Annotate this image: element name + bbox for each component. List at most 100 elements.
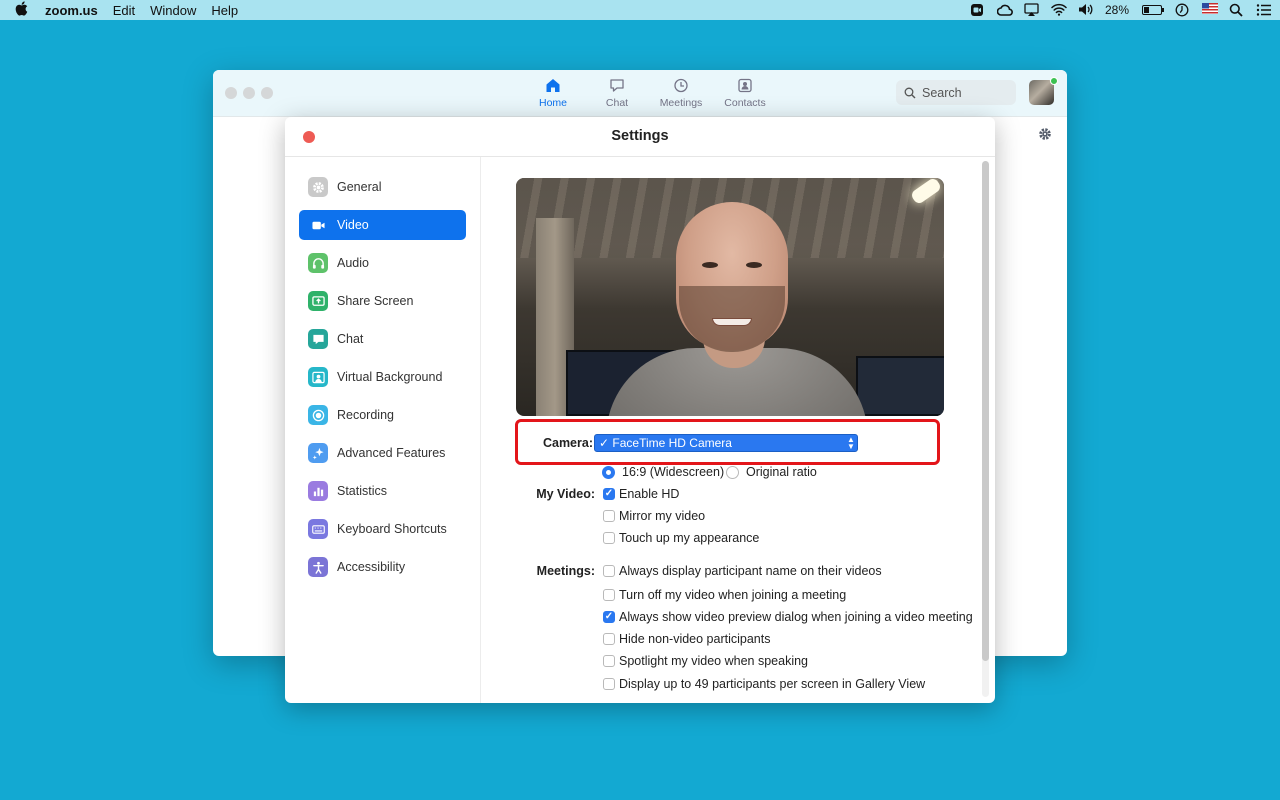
sidebar-item-label: Recording — [337, 408, 394, 422]
sidebar-item-keyboard-shortcuts[interactable]: Keyboard Shortcuts — [299, 514, 466, 544]
menu-app-name[interactable]: zoom.us — [45, 3, 98, 18]
sidebar-item-label: General — [337, 180, 382, 194]
accessibility-icon — [308, 557, 328, 577]
sidebar-item-recording[interactable]: Recording — [299, 400, 466, 430]
sidebar-item-label: Chat — [337, 332, 364, 346]
chat-icon — [308, 329, 328, 349]
tab-home-label: Home — [538, 97, 567, 109]
bar-chart-icon — [308, 481, 328, 501]
clock-icon — [674, 78, 688, 93]
timer-icon[interactable] — [1175, 3, 1189, 17]
sidebar-item-label: Share Screen — [337, 294, 414, 308]
settings-dialog: Settings General Video Audio Share Scree… — [285, 117, 995, 703]
battery-icon[interactable] — [1142, 5, 1164, 15]
option-turn-off-video[interactable]: Turn off my video when joining a meeting — [603, 588, 846, 602]
aspect-widescreen-label: 16:9 (Widescreen) — [622, 465, 725, 479]
sidebar-item-statistics[interactable]: Statistics — [299, 476, 466, 506]
main-tabs: Home Chat Meetings Contacts — [521, 78, 777, 109]
camera-select[interactable]: ✓ FaceTime HD Camera ▲ ▼ — [594, 434, 858, 452]
wifi-icon[interactable] — [1051, 3, 1067, 17]
us-flag-icon[interactable] — [1202, 3, 1218, 17]
checkbox-touch-up[interactable] — [603, 532, 615, 544]
battery-percent: 28% — [1104, 3, 1129, 17]
tab-home[interactable]: Home — [521, 78, 585, 109]
person-background-icon — [308, 367, 328, 387]
checkbox-display-names[interactable] — [603, 565, 615, 577]
aspect-widescreen-option[interactable]: 16:9 (Widescreen) — [602, 465, 724, 479]
option-label: Always display participant name on their… — [619, 564, 882, 578]
option-gallery-49[interactable]: Display up to 49 participants per screen… — [603, 677, 925, 691]
video-settings-panel: Camera: ✓ FaceTime HD Camera ▲ ▼ 16:9 (Wi… — [481, 157, 995, 703]
aspect-original-option[interactable]: Original ratio — [726, 465, 817, 479]
select-arrows-icon: ▲ ▼ — [847, 435, 855, 451]
zoom-status-icon[interactable] — [970, 3, 984, 17]
sidebar-item-label: Advanced Features — [337, 446, 446, 460]
checkbox-spotlight[interactable] — [603, 655, 615, 667]
sidebar-item-label: Statistics — [337, 484, 388, 498]
gear-icon[interactable] — [1038, 127, 1052, 141]
search-placeholder: Search — [922, 85, 962, 100]
sidebar-item-audio[interactable]: Audio — [299, 248, 466, 278]
radio-widescreen[interactable] — [602, 465, 615, 479]
checkbox-hide-non-video[interactable] — [603, 633, 615, 645]
home-icon — [546, 79, 560, 92]
sidebar-item-virtual-background[interactable]: Virtual Background — [299, 362, 466, 392]
sidebar-item-label: Keyboard Shortcuts — [337, 522, 447, 536]
radio-original-ratio[interactable] — [726, 465, 739, 479]
sidebar-item-label: Accessibility — [337, 560, 406, 574]
menu-help[interactable]: Help — [211, 3, 238, 18]
option-label: Hide non-video participants — [619, 632, 771, 646]
scrollbar-thumb[interactable] — [982, 161, 989, 661]
menu-edit[interactable]: Edit — [113, 3, 135, 18]
option-video-preview-dialog[interactable]: Always show video preview dialog when jo… — [603, 610, 973, 624]
settings-title: Settings — [611, 128, 669, 144]
sidebar-item-video[interactable]: Video — [299, 210, 466, 240]
creative-cloud-icon[interactable] — [996, 3, 1013, 17]
option-display-names[interactable]: Always display participant name on their… — [603, 564, 882, 578]
option-label: Display up to 49 participants per screen… — [619, 677, 926, 691]
option-label: Enable HD — [619, 487, 680, 501]
notification-center-icon[interactable] — [1256, 3, 1271, 17]
option-mirror-video[interactable]: Mirror my video — [603, 509, 705, 523]
menu-bar: zoom.us Edit Window Help 28% — [0, 0, 1280, 20]
option-enable-hd[interactable]: Enable HD — [603, 487, 679, 501]
gear-icon — [308, 177, 328, 197]
sidebar-item-general[interactable]: General — [299, 172, 466, 202]
tab-contacts[interactable]: Contacts — [713, 78, 777, 109]
sidebar-item-advanced-features[interactable]: Advanced Features — [299, 438, 466, 468]
sidebar-item-chat[interactable]: Chat — [299, 324, 466, 354]
tab-chat-label: Chat — [605, 97, 629, 109]
menu-window[interactable]: Window — [150, 3, 196, 18]
option-touch-up[interactable]: Touch up my appearance — [603, 531, 759, 545]
airplay-icon[interactable] — [1024, 3, 1039, 17]
tab-chat[interactable]: Chat — [585, 78, 649, 109]
preview-person-mouth — [712, 318, 752, 326]
tab-meetings[interactable]: Meetings — [649, 78, 713, 109]
apple-icon[interactable] — [15, 1, 33, 19]
share-screen-icon — [308, 291, 328, 311]
keyboard-icon — [308, 519, 328, 539]
video-camera-icon — [308, 215, 328, 235]
search-input[interactable]: Search — [896, 80, 1016, 105]
window-close-button[interactable] — [225, 87, 237, 99]
my-video-label: My Video: — [536, 487, 595, 501]
option-label: Always show video preview dialog when jo… — [619, 610, 973, 624]
sidebar-item-share-screen[interactable]: Share Screen — [299, 286, 466, 316]
option-label: Spotlight my video when speaking — [619, 654, 809, 668]
option-spotlight[interactable]: Spotlight my video when speaking — [603, 654, 808, 668]
volume-icon[interactable] — [1078, 3, 1093, 17]
option-label: Touch up my appearance — [619, 531, 760, 545]
window-minimize-button[interactable] — [243, 87, 255, 99]
option-hide-non-video[interactable]: Hide non-video participants — [603, 632, 770, 646]
headphones-icon — [308, 253, 328, 273]
spotlight-search-icon[interactable] — [1229, 3, 1243, 17]
camera-preview — [516, 178, 944, 416]
window-zoom-button[interactable] — [261, 87, 273, 99]
sidebar-item-accessibility[interactable]: Accessibility — [299, 552, 466, 582]
checkbox-video-preview-dialog[interactable] — [603, 611, 615, 623]
option-label: Turn off my video when joining a meeting — [619, 588, 847, 602]
checkbox-enable-hd[interactable] — [603, 488, 615, 500]
checkbox-turn-off-video[interactable] — [603, 589, 615, 601]
checkbox-mirror-video[interactable] — [603, 510, 615, 522]
checkbox-gallery-49[interactable] — [603, 678, 615, 690]
